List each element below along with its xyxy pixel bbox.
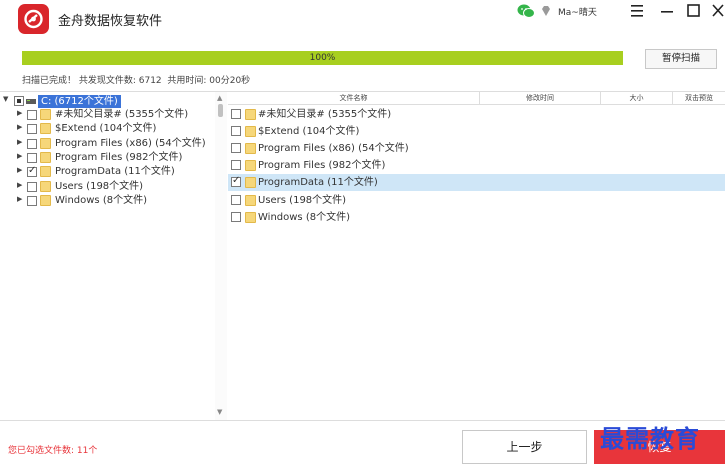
file-row[interactable]: Windows (8个文件) bbox=[228, 209, 725, 226]
folder-icon bbox=[40, 151, 51, 163]
menu-icon[interactable] bbox=[626, 1, 648, 21]
scan-progress-bar: 100% bbox=[22, 51, 623, 65]
file-row[interactable]: #未知父目录# (5355个文件) bbox=[228, 106, 725, 123]
tree-item-checkbox[interactable] bbox=[27, 110, 37, 120]
tree-item-label[interactable]: Windows (8个文件) bbox=[55, 194, 147, 207]
progress-text: 100% bbox=[309, 53, 336, 63]
folder-icon bbox=[40, 194, 51, 206]
expand-arrow-icon[interactable]: ▶ bbox=[17, 138, 22, 146]
tree-item-label[interactable]: ProgramData (11个文件) bbox=[55, 165, 175, 178]
tree-item-label[interactable]: Program Files (x86) (54个文件) bbox=[55, 137, 206, 150]
scroll-up-icon[interactable]: ▲ bbox=[217, 94, 222, 102]
expand-arrow-icon[interactable]: ▶ bbox=[17, 109, 22, 117]
tree-item-checkbox[interactable] bbox=[27, 181, 37, 192]
user-name[interactable]: Ma~晴天 bbox=[558, 5, 597, 18]
folder-icon bbox=[245, 177, 256, 189]
wechat-icon[interactable] bbox=[517, 3, 535, 19]
tree-item-checkbox[interactable] bbox=[27, 195, 37, 206]
tree-item-checkbox[interactable] bbox=[27, 124, 37, 135]
file-row[interactable]: Program Files (982个文件) bbox=[228, 157, 725, 174]
file-row-checkbox[interactable] bbox=[231, 175, 241, 188]
app-logo-icon bbox=[18, 4, 49, 34]
expand-arrow-icon[interactable]: ▶ bbox=[17, 166, 22, 174]
tree-item[interactable]: ▶ Windows (8个文件) bbox=[0, 194, 210, 207]
file-row[interactable]: Users (198个文件) bbox=[228, 192, 725, 209]
folder-icon bbox=[245, 211, 256, 223]
folder-icon bbox=[245, 143, 256, 155]
tree-item[interactable]: ▶ #未知父目录# (5355个文件) bbox=[0, 108, 210, 121]
folder-icon bbox=[40, 166, 51, 178]
column-header-name[interactable]: 文件名称 bbox=[228, 92, 480, 105]
tree-item-label[interactable]: $Extend (104个文件) bbox=[55, 122, 156, 135]
file-row-checkbox[interactable] bbox=[231, 211, 241, 222]
vip-diamond-icon[interactable] bbox=[540, 5, 552, 17]
tree-item-label[interactable]: #未知父目录# (5355个文件) bbox=[55, 108, 188, 121]
drive-icon bbox=[26, 99, 36, 104]
watermark-text: 最需教育 bbox=[600, 424, 700, 453]
scroll-thumb[interactable] bbox=[218, 104, 223, 117]
title-bar: 金舟数据恢复软件 Ma~晴天 bbox=[0, 0, 725, 38]
column-header-preview[interactable]: 双击预览 bbox=[673, 92, 725, 105]
file-row[interactable]: ProgramData (11个文件) bbox=[228, 174, 725, 192]
file-list-panel: 文件名称 修改时间 大小 双击预览 #未知父目录# (5355个文件) $Exte… bbox=[228, 92, 725, 420]
tree-item-checkbox[interactable] bbox=[27, 138, 37, 149]
collapse-arrow-icon[interactable]: ▼ bbox=[3, 95, 8, 103]
file-row[interactable]: $Extend (104个文件) bbox=[228, 123, 725, 140]
folder-icon bbox=[40, 137, 51, 149]
folder-icon bbox=[245, 126, 256, 138]
maximize-icon[interactable] bbox=[683, 1, 705, 21]
folder-icon bbox=[245, 109, 256, 120]
column-header-size[interactable]: 大小 bbox=[601, 92, 673, 105]
expand-arrow-icon[interactable]: ▶ bbox=[17, 195, 22, 203]
scan-status-text: 扫描已完成！ 共发现文件数: 6712 共用时间: 00分20秒 bbox=[22, 76, 251, 86]
file-row-label[interactable]: ProgramData (11个文件) bbox=[258, 176, 378, 189]
previous-step-button[interactable]: 上一步 bbox=[462, 430, 587, 464]
file-row-label[interactable]: Program Files (982个文件) bbox=[258, 159, 385, 172]
folder-icon bbox=[40, 123, 51, 135]
expand-arrow-icon[interactable]: ▶ bbox=[17, 123, 22, 131]
file-row-label[interactable]: Windows (8个文件) bbox=[258, 211, 350, 224]
folder-icon bbox=[40, 180, 51, 192]
tree-item-checkbox[interactable] bbox=[27, 152, 37, 163]
file-row-checkbox[interactable] bbox=[231, 143, 241, 154]
file-list-header: 文件名称 修改时间 大小 双击预览 bbox=[228, 92, 725, 105]
tree-scrollbar[interactable]: ▲ ▼ bbox=[215, 92, 227, 420]
tree-item[interactable]: ▶ ProgramData (11个文件) bbox=[0, 165, 210, 178]
folder-icon bbox=[40, 109, 51, 120]
file-row[interactable]: Program Files (x86) (54个文件) bbox=[228, 140, 725, 157]
tree-item[interactable]: ▶ Program Files (982个文件) bbox=[0, 151, 210, 164]
tree-item-label[interactable]: Users (198个文件) bbox=[55, 180, 143, 193]
expand-arrow-icon[interactable]: ▶ bbox=[17, 181, 22, 189]
app-title: 金舟数据恢复软件 bbox=[58, 14, 163, 29]
tree-item[interactable]: ▶ $Extend (104个文件) bbox=[0, 122, 210, 135]
tree-root-drive[interactable]: ▼ C: (6712个文件) bbox=[0, 94, 200, 108]
file-row-checkbox[interactable] bbox=[231, 194, 241, 205]
column-header-date[interactable]: 修改时间 bbox=[480, 92, 601, 105]
tree-item[interactable]: ▶ Users (198个文件) bbox=[0, 180, 210, 193]
pause-scan-button[interactable]: 暂停扫描 bbox=[645, 49, 717, 69]
file-row-label[interactable]: Program Files (x86) (54个文件) bbox=[258, 142, 409, 155]
minimize-icon[interactable] bbox=[656, 1, 678, 21]
tree-item[interactable]: ▶ Program Files (x86) (54个文件) bbox=[0, 137, 210, 150]
file-row-checkbox[interactable] bbox=[231, 126, 241, 137]
file-row-label[interactable]: $Extend (104个文件) bbox=[258, 125, 359, 138]
file-row-checkbox[interactable] bbox=[231, 160, 241, 171]
close-icon[interactable] bbox=[708, 1, 725, 21]
expand-arrow-icon[interactable]: ▶ bbox=[17, 152, 22, 160]
file-row-label[interactable]: Users (198个文件) bbox=[258, 194, 346, 207]
root-checkbox[interactable] bbox=[14, 96, 24, 106]
scroll-down-icon[interactable]: ▼ bbox=[217, 408, 222, 416]
file-row-label[interactable]: #未知父目录# (5355个文件) bbox=[258, 108, 391, 121]
folder-tree-panel: ▼ C: (6712个文件) ▶ #未知父目录# (5355个文件) ▶ $Exten… bbox=[0, 92, 227, 420]
selected-count-text: 您已勾选文件数: 11个 bbox=[8, 446, 98, 456]
tree-root-label[interactable]: C: (6712个文件) bbox=[38, 95, 121, 108]
tree-item-checkbox[interactable] bbox=[27, 165, 37, 178]
folder-icon bbox=[245, 194, 256, 206]
tree-item-label[interactable]: Program Files (982个文件) bbox=[55, 151, 182, 164]
file-row-checkbox[interactable] bbox=[231, 109, 241, 119]
folder-icon bbox=[245, 160, 256, 172]
